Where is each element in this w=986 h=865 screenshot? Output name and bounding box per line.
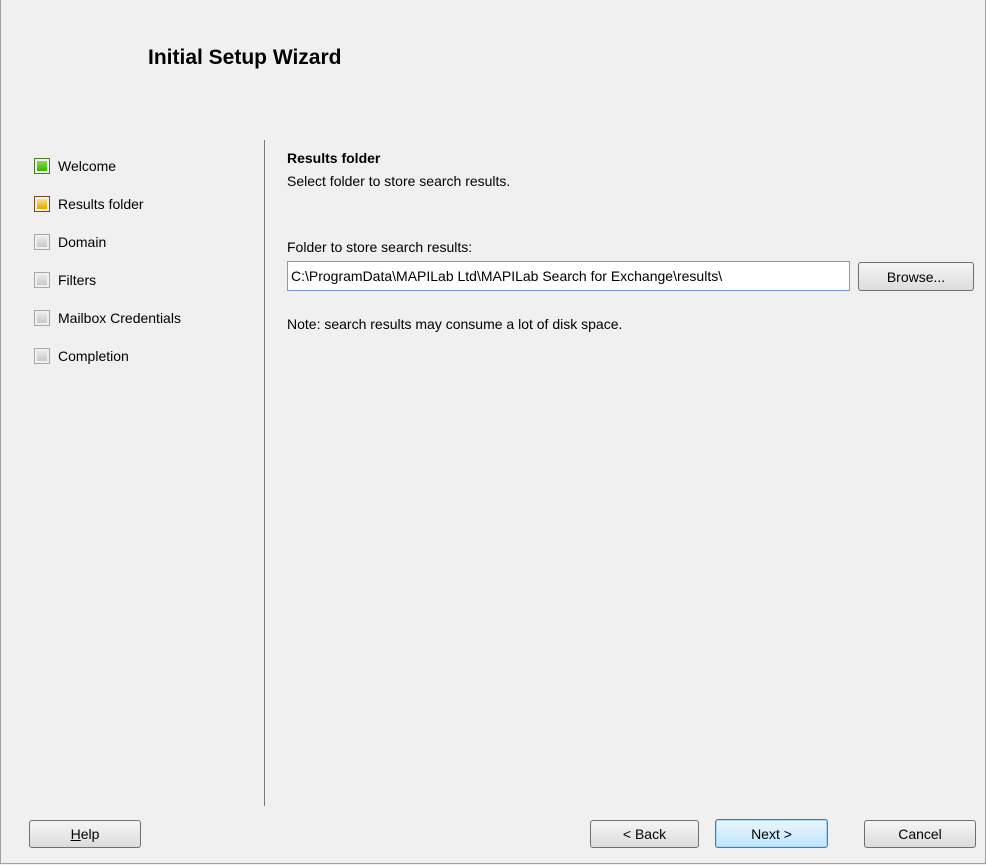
step-completion: Completion (34, 337, 181, 375)
step-label: Mailbox Credentials (58, 310, 181, 326)
setup-wizard-window: Initial Setup Wizard Welcome Results fol… (0, 0, 986, 864)
page-description: Select folder to store search results. (287, 173, 511, 189)
step-filters: Filters (34, 261, 181, 299)
folder-field-label: Folder to store search results: (287, 239, 473, 255)
results-folder-input[interactable] (287, 261, 850, 291)
step-label: Welcome (58, 158, 117, 174)
step-label: Results folder (58, 196, 144, 212)
step-results-folder: Results folder (34, 185, 181, 223)
help-label-rest: elp (80, 826, 100, 842)
step-current-indicator-icon (34, 196, 50, 212)
step-pending-indicator-icon (34, 348, 50, 364)
step-pending-indicator-icon (34, 310, 50, 326)
disk-space-note: Note: search results may consume a lot o… (287, 316, 623, 332)
step-pending-indicator-icon (34, 234, 50, 250)
browse-button[interactable]: Browse... (858, 262, 974, 291)
next-button[interactable]: Next > (715, 819, 828, 848)
back-button[interactable]: < Back (590, 820, 699, 848)
help-accelerator-key: H (70, 826, 81, 842)
step-label: Domain (58, 234, 107, 250)
step-label: Completion (58, 348, 129, 364)
step-pending-indicator-icon (34, 272, 50, 288)
cancel-button[interactable]: Cancel (864, 820, 976, 848)
step-label: Filters (58, 272, 97, 288)
vertical-divider (264, 140, 265, 806)
step-mailbox-credentials: Mailbox Credentials (34, 299, 181, 337)
wizard-title: Initial Setup Wizard (148, 46, 342, 69)
help-button[interactable]: Help (29, 820, 141, 848)
step-welcome: Welcome (34, 147, 181, 185)
step-domain: Domain (34, 223, 181, 261)
page-heading: Results folder (287, 150, 381, 166)
wizard-steps-list: Welcome Results folder Domain Filters Ma… (34, 147, 181, 375)
step-done-indicator-icon (34, 158, 50, 174)
